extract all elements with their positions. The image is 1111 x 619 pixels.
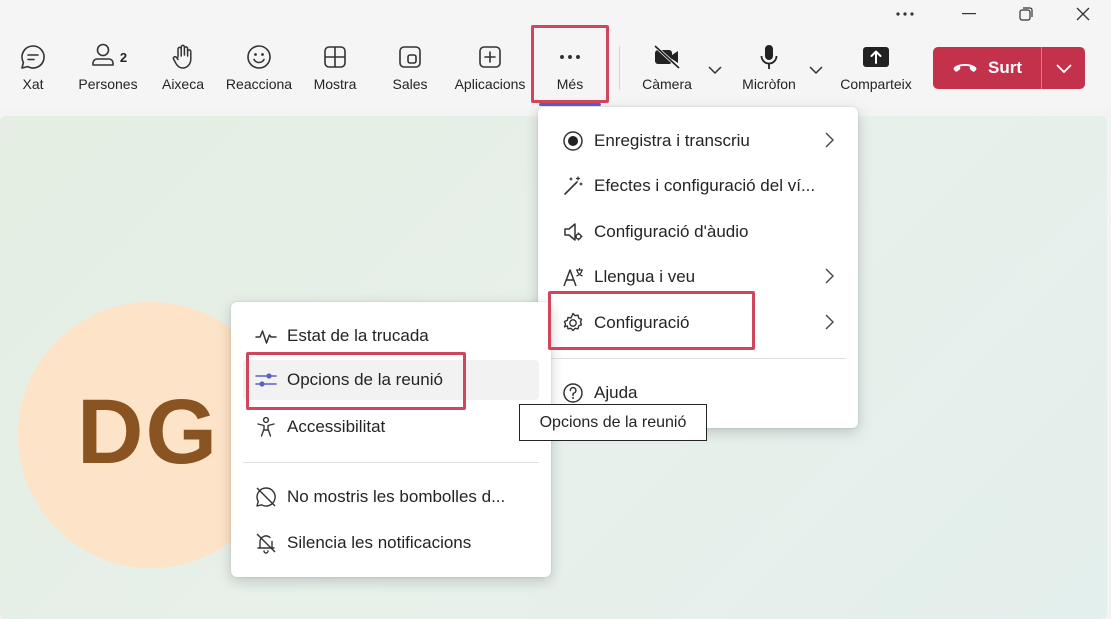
share-label: Comparteix [840,76,912,92]
meeting-toolbar: Xat 2 Persones Aixeca Reacciona Mostra S… [0,28,1111,108]
menu-item-label: Llengua i veu [594,267,696,286]
grid-icon [321,42,349,72]
leave-main[interactable]: Surt [933,47,1041,89]
submenu-item-label: Accessibilitat [287,417,386,436]
menu-item-label: Efectes i configuració del ví... [594,176,816,195]
menu-item-label: Enregistra i transcriu [594,131,750,150]
submenu-item-mute-notifications[interactable]: Silencia les notificacions [243,523,539,563]
sliders-icon [255,369,277,391]
chat-button[interactable]: Xat [12,42,54,102]
raise-hand-button[interactable]: Aixeca [160,42,206,102]
raise-hand-label: Aixeca [161,76,205,92]
microphone-button[interactable]: Micròfon [736,42,802,102]
submenu-item-label: Estat de la trucada [287,326,429,345]
accessibility-icon [255,416,277,438]
camera-options-chevron-icon[interactable] [705,60,725,80]
leave-label: Surt [988,58,1022,77]
leave-button[interactable]: Surt [933,47,1085,89]
menu-item-language-voice[interactable]: Llengua i veu [550,257,846,297]
menu-item-label: Configuració [594,313,690,332]
rooms-button[interactable]: Sales [388,42,432,102]
share-button[interactable]: Comparteix [836,42,916,102]
record-icon [562,130,584,152]
menu-item-record-transcribe[interactable]: Enregistra i transcriu [550,121,846,161]
more-button[interactable]: Més [544,42,596,102]
people-icon [89,41,117,74]
view-label: Mostra [313,76,357,92]
tooltip: Opcions de la reunió [519,404,707,441]
rooms-icon [396,42,424,72]
people-label: Persones [78,76,138,92]
people-count: 2 [119,49,128,65]
microphone-label: Micròfon [742,76,796,92]
gear-icon [562,312,584,334]
menu-item-label: Ajuda [594,383,638,402]
menu-item-video-effects[interactable]: Efectes i configuració del ví... [550,166,846,206]
submenu-item-label: No mostris les bombolles d... [287,487,506,506]
settings-submenu: Estat de la trucada Opcions de la reunió… [231,302,551,577]
submenu-item-label: Opcions de la reunió [287,370,443,389]
submenu-item-hide-chat-bubbles[interactable]: No mostris les bombolles d... [243,477,539,517]
hand-icon [169,42,197,72]
microphone-options-chevron-icon[interactable] [806,60,826,80]
menu-item-label: Configuració d'àudio [594,222,749,241]
emoji-icon [245,42,273,72]
title-bar [0,0,1111,28]
close-window-button[interactable] [1060,0,1106,28]
view-button[interactable]: Mostra [310,42,360,102]
chat-off-icon [255,486,277,508]
camera-label: Càmera [642,76,692,92]
leave-options-chevron-icon[interactable] [1041,47,1085,89]
menu-item-audio-settings[interactable]: Configuració d'àudio [550,212,846,252]
share-screen-icon [861,42,891,72]
menu-divider [550,358,846,359]
more-menu: Enregistra i transcriu Efectes i configu… [538,107,858,428]
chat-icon [19,42,47,72]
toolbar-divider [619,46,620,90]
avatar-initials: DG [77,381,219,483]
submenu-item-call-health[interactable]: Estat de la trucada [243,316,539,356]
more-label: Més [556,76,584,92]
speaker-settings-icon [562,221,584,243]
chevron-right-icon [825,132,834,153]
rooms-label: Sales [392,76,428,92]
apps-label: Aplicacions [454,76,526,92]
menu-divider [243,462,539,463]
submenu-item-accessibility[interactable]: Accessibilitat [243,407,539,447]
submenu-item-label: Silencia les notificacions [287,533,472,552]
help-icon [562,382,584,404]
menu-item-settings[interactable]: Configuració [550,303,846,343]
react-button[interactable]: Reacciona [224,42,294,102]
add-app-icon [476,42,504,72]
chevron-right-icon [825,314,834,335]
language-icon [562,266,584,288]
bell-off-icon [255,532,277,554]
minimize-button[interactable] [946,0,992,28]
apps-button[interactable]: Aplicacions [452,42,528,102]
restore-button[interactable] [1003,0,1049,28]
react-label: Reacciona [225,76,293,92]
pulse-icon [255,325,277,347]
hang-up-icon [953,64,977,72]
more-options-icon[interactable] [882,0,928,28]
camera-button[interactable]: Càmera [636,42,698,102]
chat-label: Xat [22,76,44,92]
submenu-item-meeting-options[interactable]: Opcions de la reunió [243,360,539,400]
magic-wand-icon [562,175,584,197]
ellipsis-icon [556,42,584,72]
microphone-icon [755,42,783,72]
people-button[interactable]: 2 Persones [76,42,140,102]
camera-off-icon [652,42,682,72]
chevron-right-icon [825,268,834,289]
more-active-indicator [539,103,601,106]
